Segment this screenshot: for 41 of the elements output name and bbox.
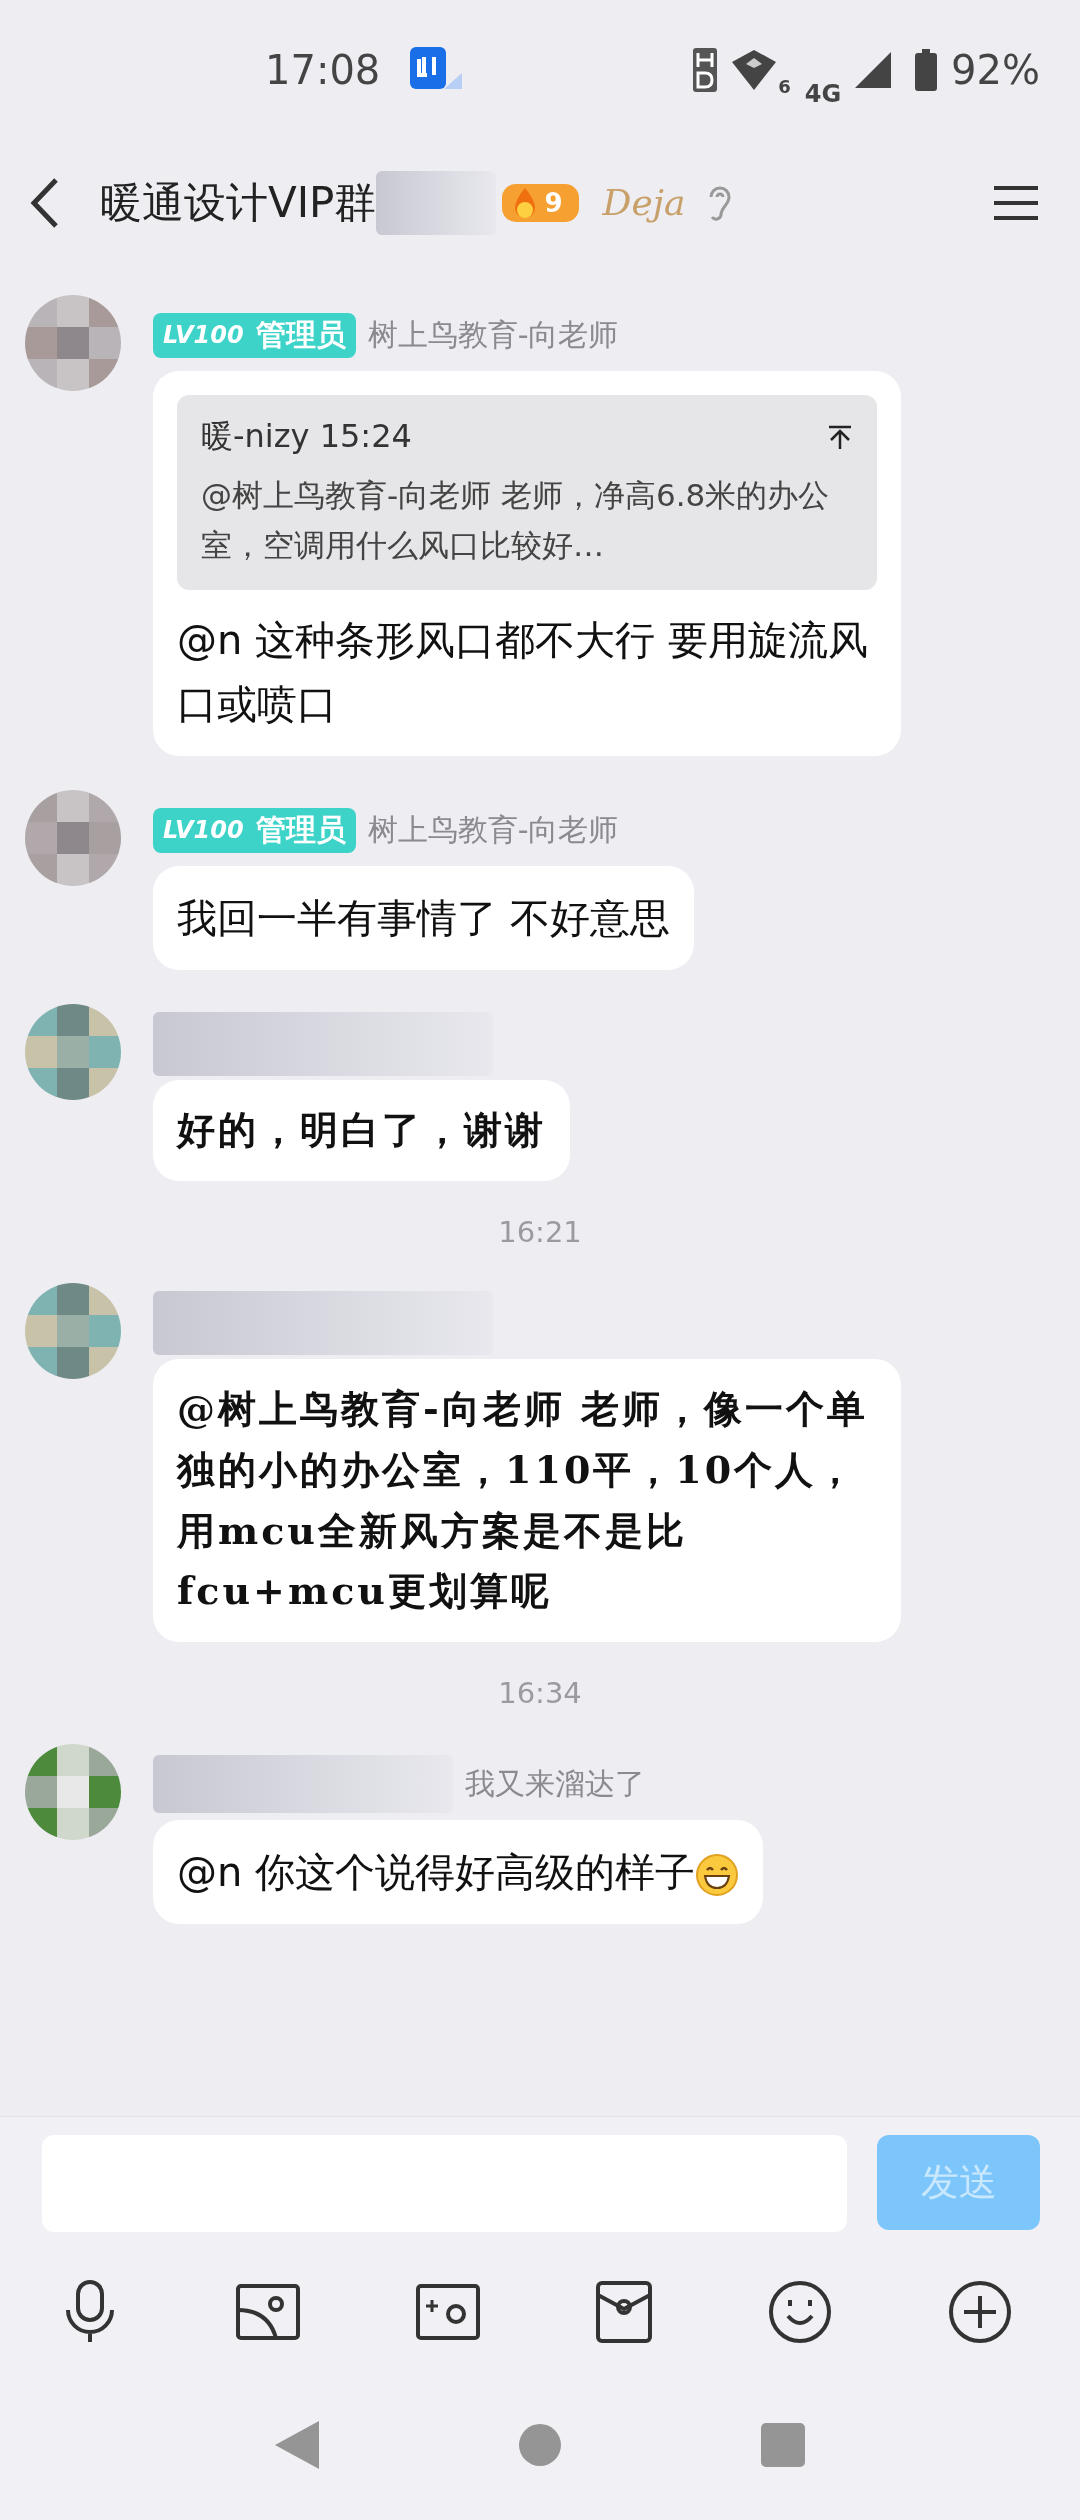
sender-name: 树上鸟教育-向老师 — [367, 315, 619, 354]
message-text: 我回一半有事情了 不好意思 — [177, 894, 670, 944]
grin-emoji-icon — [695, 1853, 740, 1898]
message-text: 好的，明白了，谢谢 — [177, 1106, 546, 1155]
avatar-icon[interactable] — [25, 1744, 121, 1841]
chat-title: 暖通设计VIP群 — [100, 176, 377, 229]
status-time: 17:08 — [265, 47, 381, 93]
message-text: @树上鸟教育-向老师 老师，像一个单独的小的办公室，110平，10个人，用mcu全新风方案是不是比fcu+mcu更划算呢 — [177, 1385, 869, 1616]
timestamp: 16:34 — [498, 1676, 582, 1711]
timestamp: 16:21 — [498, 1215, 582, 1249]
signal-icon — [855, 52, 892, 88]
admin-badge: LV100 管理员 — [153, 807, 356, 853]
sender-name: 树上鸟教育-向老师 — [367, 810, 619, 849]
sender-name: 我又来溜达了 — [465, 1764, 645, 1803]
fire-level-badge: 9 — [502, 183, 579, 222]
emoji-icon[interactable] — [768, 2280, 832, 2344]
signature-logo: Deja — [602, 182, 686, 223]
network-type: 4G — [804, 80, 842, 108]
image-icon[interactable] — [236, 2284, 300, 2340]
hd-icon — [692, 47, 719, 93]
nav-home-button[interactable] — [519, 2424, 561, 2466]
wifi-icon — [732, 50, 777, 90]
quoted-message[interactable]: 暖-nizy 15:24 @树上鸟教育-向老师 老师，净高6.8米的办公室，空调用什么风口比较好… — [177, 395, 877, 591]
battery-level: 92% — [951, 47, 1040, 93]
envelope-icon[interactable] — [596, 2281, 652, 2343]
avatar-icon[interactable] — [25, 1004, 121, 1101]
quote-text: @树上鸟教育-向老师 老师，净高6.8米的办公室，空调用什么风口比较好… — [201, 476, 831, 565]
nav-back-button[interactable] — [275, 2421, 319, 2469]
battery-icon — [915, 49, 938, 91]
admin-badge: LV100 管理员 — [153, 312, 356, 358]
wifi-label: 6 — [778, 76, 791, 97]
avatar-icon[interactable] — [25, 790, 121, 887]
menu-button[interactable] — [994, 184, 1038, 221]
avatar-icon[interactable] — [25, 295, 121, 391]
avatar-icon[interactable] — [25, 1283, 121, 1379]
add-icon[interactable] — [948, 2280, 1012, 2344]
message-text: @n 你这个说得好高级的样子 — [177, 1840, 740, 1905]
camera-icon[interactable] — [416, 2284, 480, 2340]
message-text: @n 这种条形风口都不大行 要用旋流风口或喷口 — [177, 616, 869, 730]
quote-author: 暖-nizy 15:24 — [201, 416, 412, 457]
jump-up-icon[interactable] — [827, 424, 853, 450]
